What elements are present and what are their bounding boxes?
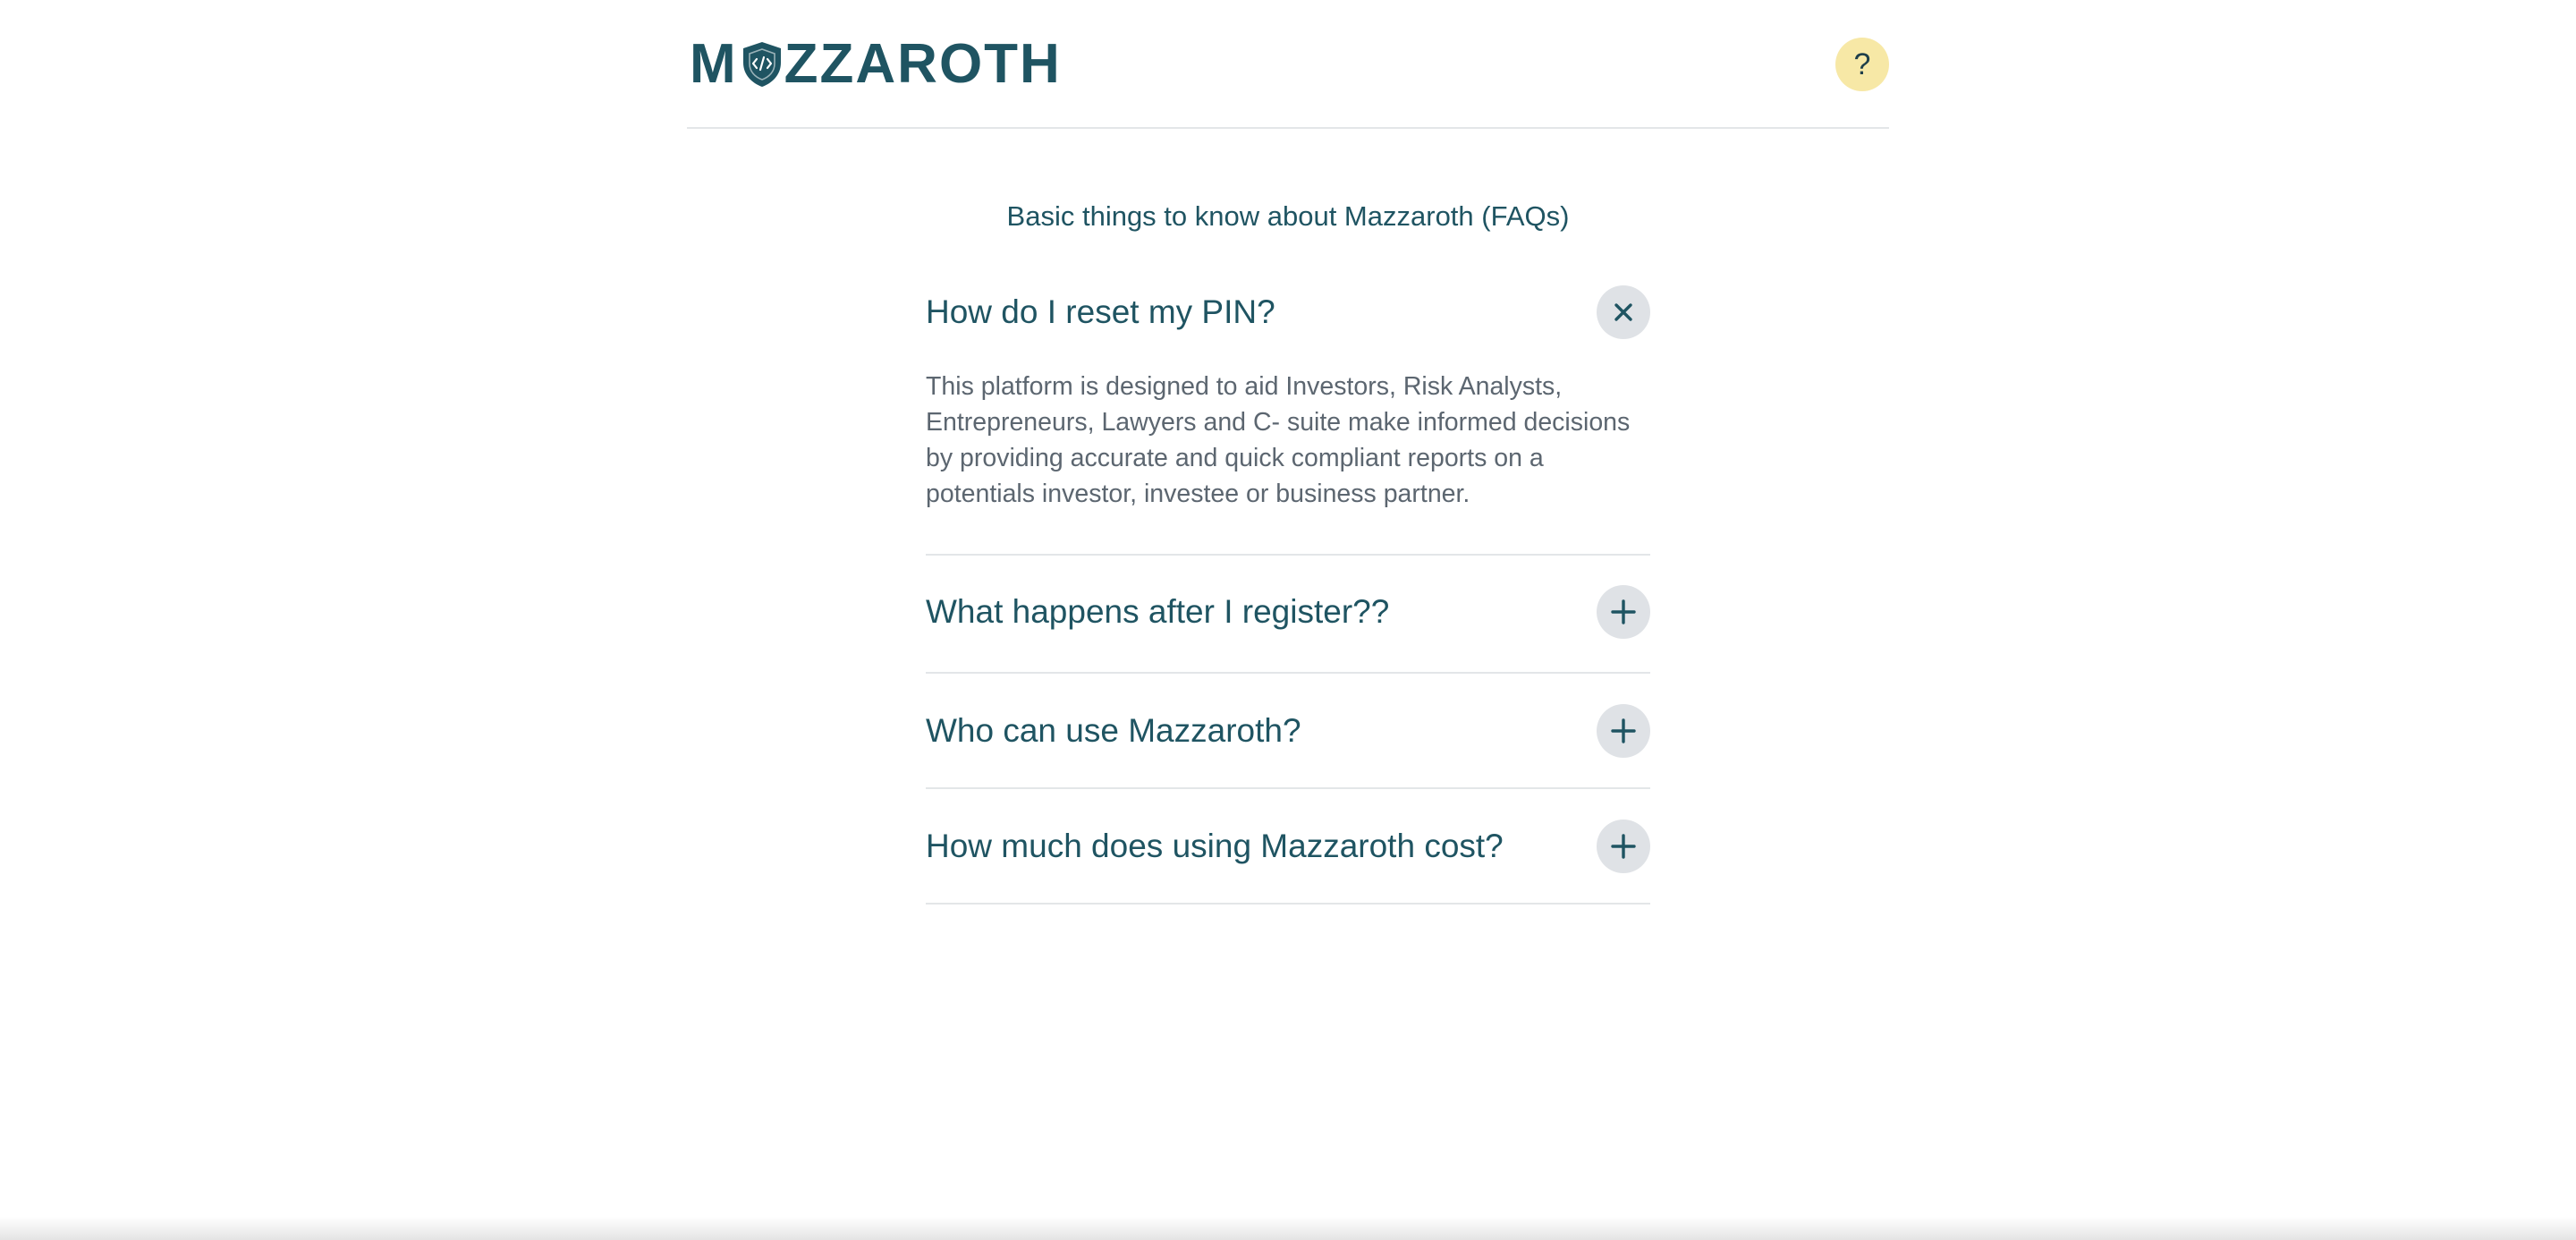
faq-question-row[interactable]: How much does using Mazzaroth cost? bbox=[926, 819, 1650, 874]
close-icon bbox=[1614, 303, 1632, 321]
logo-text-suffix: ZZAROTH bbox=[784, 33, 1062, 95]
faq-question-row[interactable]: How do I reset my PIN? bbox=[926, 285, 1650, 340]
expand-button[interactable] bbox=[1597, 820, 1650, 873]
bottom-shadow bbox=[0, 1217, 2576, 1240]
help-button[interactable]: ? bbox=[1835, 38, 1889, 91]
faq-answer: This platform is designed to aid Investo… bbox=[926, 372, 1631, 508]
help-icon: ? bbox=[1853, 47, 1871, 81]
faq-heading: Basic things to know about Mazzaroth (FA… bbox=[1006, 200, 1570, 232]
faq-question-row[interactable]: What happens after I register?? bbox=[926, 584, 1650, 640]
expand-button[interactable] bbox=[1597, 704, 1650, 758]
faq-list: How do I reset my PIN? This platform is … bbox=[926, 285, 1650, 905]
collapse-button[interactable] bbox=[1597, 285, 1650, 339]
faq-question-row[interactable]: Who can use Mazzaroth? bbox=[926, 703, 1650, 759]
faq-item: What happens after I register?? bbox=[926, 556, 1650, 674]
shield-code-icon bbox=[741, 41, 783, 88]
plus-icon bbox=[1611, 718, 1636, 743]
logo-text-prefix: M bbox=[690, 33, 738, 95]
faq-item: How much does using Mazzaroth cost? bbox=[926, 789, 1650, 905]
faq-question: Who can use Mazzaroth? bbox=[926, 712, 1301, 749]
faq-item: Who can use Mazzaroth? bbox=[926, 674, 1650, 789]
plus-icon bbox=[1611, 834, 1636, 859]
faq-item: How do I reset my PIN? This platform is … bbox=[926, 285, 1650, 556]
faq-question: How do I reset my PIN? bbox=[926, 293, 1275, 330]
page: M ZZAROTH ? Basic things to know about M… bbox=[0, 0, 2576, 1240]
header: M ZZAROTH ? bbox=[687, 0, 1889, 129]
faq-question: How much does using Mazzaroth cost? bbox=[926, 828, 1504, 864]
logo[interactable]: M ZZAROTH bbox=[690, 33, 1062, 95]
plus-icon bbox=[1611, 599, 1636, 624]
faq-question: What happens after I register?? bbox=[926, 593, 1390, 630]
expand-button[interactable] bbox=[1597, 585, 1650, 639]
